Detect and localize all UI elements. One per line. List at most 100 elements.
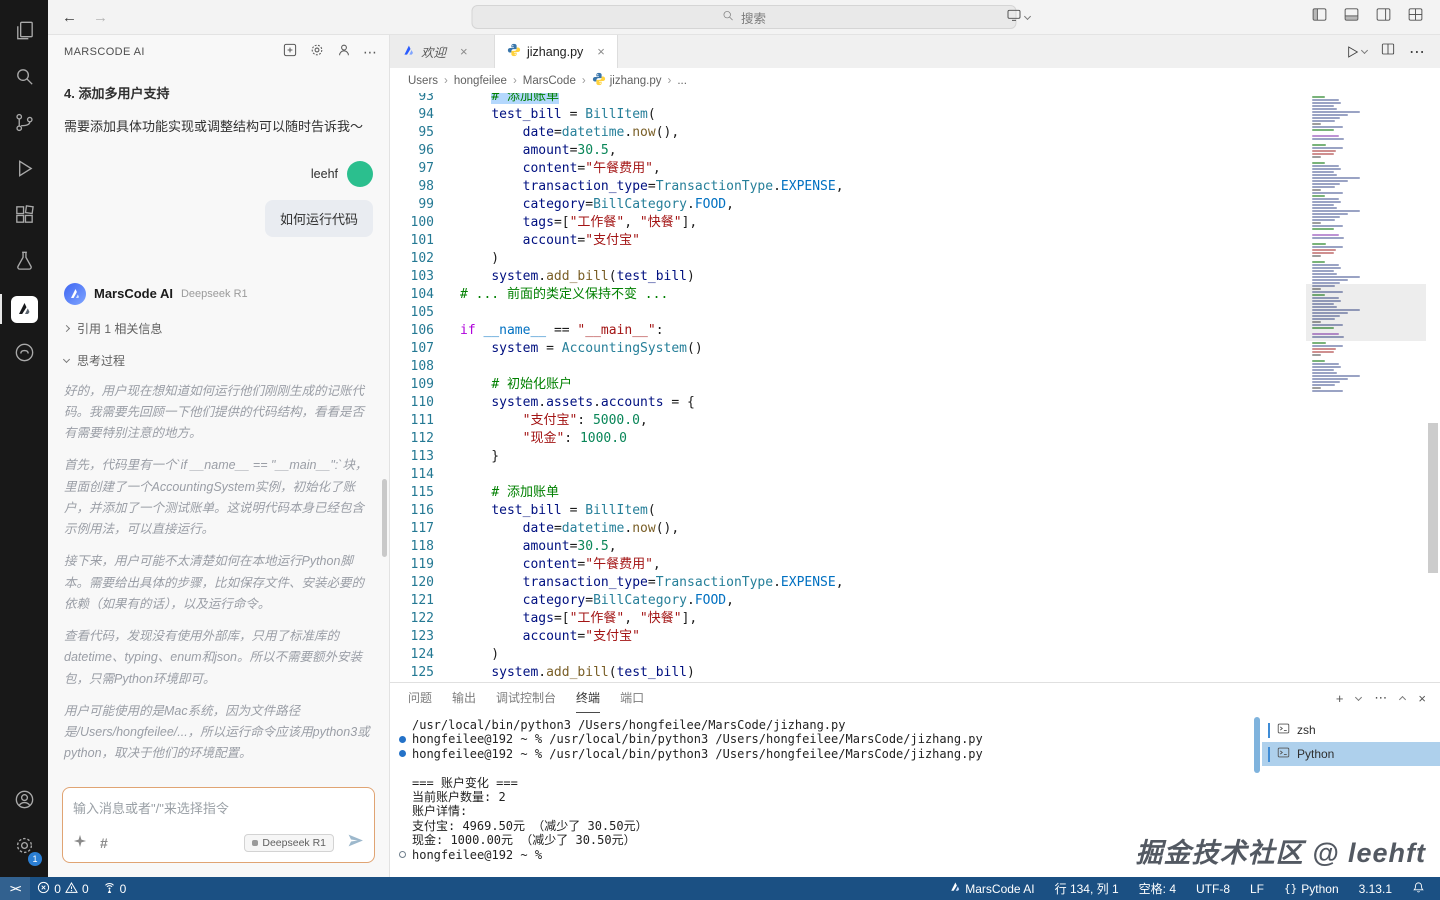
code-line[interactable]: system.add_bill(test_bill) xyxy=(460,268,1306,286)
code-line[interactable]: system.assets.accounts = { xyxy=(460,394,1306,412)
code-line[interactable]: tags=["工作餐", "快餐"], xyxy=(460,610,1306,628)
close-tab-icon[interactable]: × xyxy=(597,44,605,59)
code-line[interactable]: if __name__ == "__main__": xyxy=(460,322,1306,340)
back-button[interactable]: ← xyxy=(62,9,77,26)
hash-icon[interactable]: # xyxy=(100,835,108,851)
code-line[interactable]: account="支付宝" xyxy=(460,232,1306,250)
panel-more-actions-icon[interactable]: ⋯ xyxy=(1374,690,1387,706)
breadcrumb-item[interactable]: MarsCode xyxy=(523,75,576,87)
remote-indicator[interactable]: >< xyxy=(0,877,30,900)
sidebar-item-explorer[interactable] xyxy=(0,10,48,56)
code-line[interactable]: } xyxy=(460,448,1306,466)
terminal-instance-zsh[interactable]: zsh xyxy=(1262,718,1440,742)
breadcrumb-item[interactable]: hongfeilee xyxy=(454,75,507,87)
split-editor-icon[interactable] xyxy=(1380,41,1396,62)
python-version[interactable]: 3.13.1 xyxy=(1352,877,1399,900)
code-line[interactable]: amount=30.5, xyxy=(460,538,1306,556)
code-line[interactable]: account="支付宝" xyxy=(460,628,1306,646)
terminal-scrollbar[interactable] xyxy=(1252,713,1262,877)
chat-input[interactable]: 输入消息或者"/"来选择指令 # Deepseek R1 xyxy=(62,787,375,863)
new-chat-icon[interactable] xyxy=(282,42,298,63)
code-line[interactable]: "支付宝": 5000.0, xyxy=(460,412,1306,430)
editor-scrollbar[interactable] xyxy=(1426,93,1440,682)
tab-jizhang.py[interactable]: jizhang.py× xyxy=(495,35,618,68)
code-line[interactable]: content="午餐费用", xyxy=(460,556,1306,574)
forward-button[interactable]: → xyxy=(93,9,108,26)
close-tab-icon[interactable]: × xyxy=(460,44,468,59)
account-button[interactable] xyxy=(0,779,48,825)
encoding[interactable]: UTF-8 xyxy=(1189,877,1237,900)
code-line[interactable]: date=datetime.now(), xyxy=(460,520,1306,538)
chat-settings-icon[interactable] xyxy=(309,42,325,63)
settings-button[interactable]: 1 xyxy=(0,825,48,871)
sparkle-icon[interactable] xyxy=(73,834,87,853)
code-line[interactable]: date=datetime.now(), xyxy=(460,124,1306,142)
toggle-panel-icon[interactable] xyxy=(1343,6,1360,28)
code-line[interactable]: # ... 前面的类定义保持不变 ... xyxy=(460,286,1306,304)
terminal-instance-Python[interactable]: Python xyxy=(1262,742,1440,766)
code-line[interactable]: # 添加账单 xyxy=(460,93,1306,106)
code-lines[interactable]: # 添加账单 test_bill = BillItem( date=dateti… xyxy=(460,93,1306,682)
terminal-output[interactable]: /usr/local/bin/python3 /Users/hongfeilee… xyxy=(390,713,1252,877)
sidebar-item-search[interactable] xyxy=(0,56,48,102)
code-line[interactable]: system.add_bill(test_bill) xyxy=(460,664,1306,682)
sidebar-item-source-control[interactable] xyxy=(0,102,48,148)
code-line[interactable]: transaction_type=TransactionType.EXPENSE… xyxy=(460,574,1306,592)
breadcrumb-item[interactable]: jizhang.py xyxy=(592,72,662,89)
panel-tab-端口[interactable]: 端口 xyxy=(620,683,644,713)
eol-selector[interactable]: LF xyxy=(1243,877,1271,900)
toggle-secondary-sidebar-icon[interactable] xyxy=(1375,6,1392,28)
code-line[interactable] xyxy=(460,304,1306,322)
chat-scroll-area[interactable]: 4. 添加多用户支持 需要添加具体功能实现或调整结构可以随时告诉我～ leehf… xyxy=(48,69,389,779)
tab-欢迎[interactable]: 欢迎× xyxy=(390,35,495,68)
breadcrumb-item[interactable]: Users xyxy=(408,75,438,87)
terminal-profile-dropdown-icon[interactable] xyxy=(1355,693,1362,700)
sidebar-item-run-debug[interactable] xyxy=(0,148,48,194)
code-editor[interactable]: 9394959697989910010110210310410510610710… xyxy=(390,93,1440,682)
language-mode[interactable]: {} Python xyxy=(1277,877,1346,900)
code-line[interactable] xyxy=(460,358,1306,376)
references-toggle[interactable]: 引用 1 相关信息 xyxy=(64,320,373,337)
close-panel-icon[interactable]: × xyxy=(1418,691,1426,706)
sidebar-scrollbar[interactable] xyxy=(382,479,387,557)
code-line[interactable]: test_bill = BillItem( xyxy=(460,106,1306,124)
code-line[interactable] xyxy=(460,466,1306,484)
marscode-status[interactable]: MarsCode AI xyxy=(942,877,1041,900)
panel-tab-终端[interactable]: 终端 xyxy=(576,683,600,713)
sidebar-item-marscode-ai[interactable] xyxy=(0,286,48,332)
cursor-position[interactable]: 行 134, 列 1 xyxy=(1048,877,1126,900)
layout-selector[interactable] xyxy=(1006,7,1030,28)
code-line[interactable]: transaction_type=TransactionType.EXPENSE… xyxy=(460,178,1306,196)
minimap-viewport[interactable] xyxy=(1306,284,1426,341)
search-box[interactable]: 搜索 xyxy=(472,5,1017,29)
editor-more-actions-icon[interactable]: ⋯ xyxy=(1409,42,1426,62)
code-line[interactable]: amount=30.5, xyxy=(460,142,1306,160)
code-line[interactable]: content="午餐费用", xyxy=(460,160,1306,178)
model-selector[interactable]: Deepseek R1 xyxy=(244,834,334,852)
code-line[interactable]: ) xyxy=(460,250,1306,268)
customize-layout-icon[interactable] xyxy=(1407,6,1424,28)
breadcrumb-item[interactable]: ... xyxy=(677,75,687,87)
sidebar-item-python-extension[interactable] xyxy=(0,332,48,378)
thinking-toggle[interactable]: 思考过程 xyxy=(64,352,373,369)
sidebar-item-testing[interactable] xyxy=(0,240,48,286)
indentation[interactable]: 空格: 4 xyxy=(1132,877,1183,900)
new-terminal-icon[interactable]: + xyxy=(1336,691,1344,706)
panel-tab-调试控制台[interactable]: 调试控制台 xyxy=(496,683,556,713)
send-icon[interactable] xyxy=(347,832,364,854)
code-line[interactable]: # 添加账单 xyxy=(460,484,1306,502)
code-line[interactable]: # 初始化账户 xyxy=(460,376,1306,394)
panel-tab-问题[interactable]: 问题 xyxy=(408,683,432,713)
notifications-bell[interactable] xyxy=(1405,877,1432,900)
minimap[interactable] xyxy=(1306,93,1426,682)
panel-tab-输出[interactable]: 输出 xyxy=(452,683,476,713)
ports-status[interactable]: 0 xyxy=(96,877,134,900)
agent-icon[interactable] xyxy=(336,42,352,63)
code-line[interactable]: test_bill = BillItem( xyxy=(460,502,1306,520)
sidebar-item-extensions[interactable] xyxy=(0,194,48,240)
more-actions-icon[interactable]: ⋯ xyxy=(363,47,377,57)
code-line[interactable]: category=BillCategory.FOOD, xyxy=(460,196,1306,214)
terminal-scrollbar-thumb[interactable] xyxy=(1254,717,1260,773)
code-line[interactable]: category=BillCategory.FOOD, xyxy=(460,592,1306,610)
run-button[interactable] xyxy=(1344,44,1367,60)
